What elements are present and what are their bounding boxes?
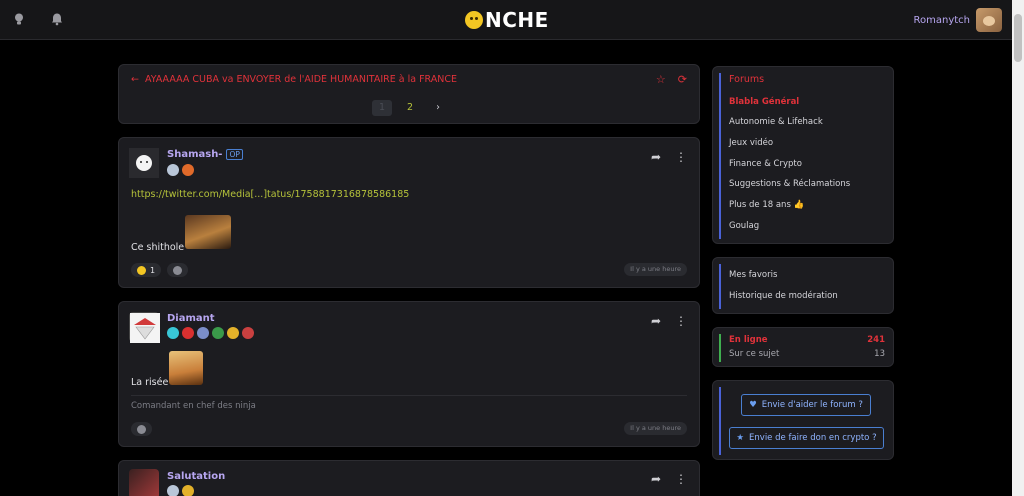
add-reaction-button[interactable] (167, 263, 189, 277)
favorites-link[interactable]: Mes favoris (729, 270, 777, 280)
op-badge: OP (226, 149, 243, 160)
pagination: 1 2 › (372, 100, 448, 116)
share-icon[interactable]: ➦ (651, 472, 661, 486)
post-text: Ce shithole (131, 242, 185, 253)
online-panel: En ligne 241 Sur ce sujet 13 (712, 327, 894, 367)
thread-title-link[interactable]: ← AYAAAAA CUBA va ENVOYER de l'AIDE HUMA… (131, 74, 457, 85)
panel-accent (719, 334, 721, 362)
badge-icon (182, 164, 194, 176)
user-avatar[interactable] (976, 8, 1002, 32)
forum-item-suggestions[interactable]: Suggestions & Réclamations (729, 179, 850, 189)
avatar[interactable] (129, 148, 159, 178)
forums-title: Forums (729, 74, 765, 85)
site-logo[interactable]: NCHE (465, 8, 549, 32)
topic-row: Sur ce sujet 13 (729, 349, 885, 359)
add-reaction-button[interactable] (131, 422, 152, 436)
badge-icon (212, 327, 224, 339)
user-signature: Comandant en chef des ninja (131, 401, 256, 411)
lightbulb-icon[interactable] (11, 12, 27, 28)
user-badges (167, 164, 194, 176)
crypto-donate-button[interactable]: ★ Envie de faire don en crypto ? (729, 427, 884, 449)
panel-accent (719, 387, 721, 455)
page-1-button[interactable]: 1 (372, 100, 392, 116)
topic-count: 13 (874, 349, 885, 359)
badge-icon (182, 327, 194, 339)
post-timestamp: Il y a une heure (624, 422, 687, 435)
badge-icon (167, 164, 179, 176)
user-badges (167, 327, 254, 339)
support-panel: ♥ Envie d'aider le forum ? ★ Envie de fa… (712, 380, 894, 460)
top-bar: NCHE Romanytch (0, 0, 1012, 40)
online-row: En ligne 241 (729, 335, 885, 345)
post-diamant: Diamant ➦ ⋮ La risée Comandant en chef d… (118, 301, 700, 447)
user-menu[interactable]: Romanytch (913, 8, 1002, 32)
badge-icon (167, 485, 179, 496)
more-options-icon[interactable]: ⋮ (675, 472, 687, 486)
more-options-icon[interactable]: ⋮ (675, 314, 687, 328)
forum-item-goulag[interactable]: Goulag (729, 221, 759, 231)
smiley-logo-icon (465, 11, 483, 29)
page-scrollbar[interactable] (1012, 0, 1024, 496)
forum-item-blabla[interactable]: Blabla Général (729, 97, 799, 107)
topic-label: Sur ce sujet (729, 349, 780, 359)
bell-icon[interactable] (49, 12, 65, 28)
more-options-icon[interactable]: ⋮ (675, 150, 687, 164)
thread-title: AYAAAAA CUBA va ENVOYER de l'AIDE HUMANI… (144, 74, 457, 85)
signature-divider (131, 395, 687, 396)
moderation-history-link[interactable]: Historique de modération (729, 291, 838, 301)
online-count: 241 (867, 335, 885, 345)
heart-icon: ♥ (749, 400, 757, 410)
help-forum-button[interactable]: ♥ Envie d'aider le forum ? (741, 394, 871, 416)
panel-accent (719, 264, 721, 309)
author-name[interactable]: Shamash- OP (167, 149, 243, 160)
online-label: En ligne (729, 335, 768, 345)
forums-panel: Forums Blabla Général Autonomie & Lifeha… (712, 66, 894, 244)
forum-item-autonomie[interactable]: Autonomie & Lifehack (729, 117, 823, 127)
scrollbar-thumb[interactable] (1014, 14, 1022, 62)
badge-icon (182, 485, 194, 496)
star-icon: ★ (736, 433, 745, 443)
reaction-button[interactable]: 1 (131, 263, 162, 277)
sticker-image (185, 215, 231, 249)
page-2-button[interactable]: 2 (400, 100, 420, 116)
sticker-image (169, 351, 203, 385)
avatar[interactable] (129, 469, 159, 496)
reaction-count: 1 (150, 265, 156, 275)
author-name[interactable]: Salutation (167, 471, 225, 482)
post-salutation: Salutation ➦ ⋮ (118, 460, 700, 496)
badge-icon (167, 327, 179, 339)
panel-accent (719, 73, 721, 239)
add-reaction-icon (173, 265, 183, 275)
links-panel: Mes favoris Historique de modération (712, 257, 894, 314)
avatar[interactable] (129, 312, 160, 343)
thread-header: ← AYAAAAA CUBA va ENVOYER de l'AIDE HUMA… (118, 64, 700, 124)
badge-icon (242, 327, 254, 339)
post-timestamp: Il y a une heure (624, 263, 687, 276)
forum-item-finance[interactable]: Finance & Crypto (729, 159, 802, 169)
logo-text: NCHE (485, 8, 549, 32)
badge-icon (227, 327, 239, 339)
tweet-link[interactable]: https://twitter.com/Media[...]tatus/1758… (131, 189, 409, 200)
share-icon[interactable]: ➦ (651, 150, 661, 164)
share-icon[interactable]: ➦ (651, 314, 661, 328)
next-page-button[interactable]: › (428, 100, 448, 116)
user-name: Romanytch (913, 14, 971, 26)
emoji-face-icon (137, 265, 146, 275)
forum-item-jeux-video[interactable]: Jeux vidéo (729, 138, 773, 148)
favorite-star-icon[interactable]: ☆ (656, 73, 666, 86)
user-badges (167, 485, 194, 496)
author-name[interactable]: Diamant (167, 313, 215, 324)
add-reaction-icon (137, 424, 146, 434)
refresh-icon[interactable]: ⟳ (678, 73, 687, 86)
forum-item-18-ans[interactable]: Plus de 18 ans 👍 (729, 200, 804, 210)
post-text: La risée (131, 377, 169, 388)
post-shamash: Shamash- OP ➦ ⋮ https://twitter.com/Medi… (118, 137, 700, 288)
back-arrow-icon: ← (131, 74, 139, 85)
badge-icon (197, 327, 209, 339)
